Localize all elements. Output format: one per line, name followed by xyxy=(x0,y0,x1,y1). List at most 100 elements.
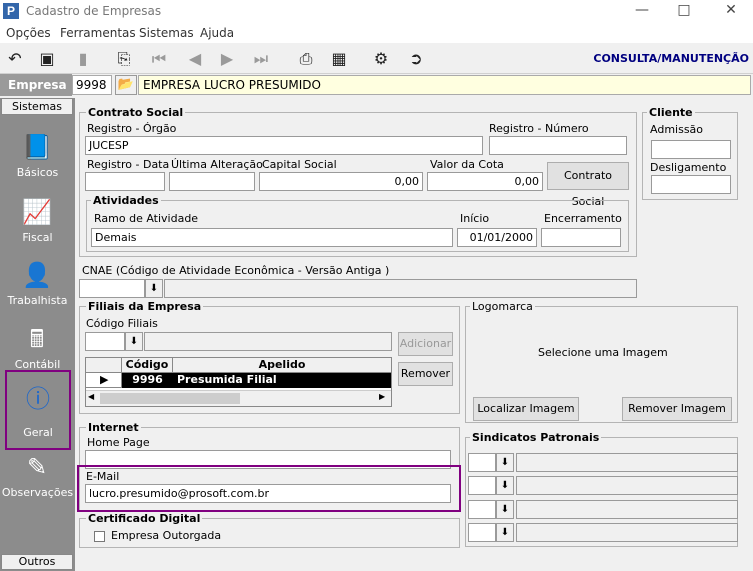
sidebar-header[interactable]: Sistemas xyxy=(1,98,73,115)
inicio-field[interactable]: 01/01/2000 xyxy=(457,228,537,247)
delete-icon[interactable]: ▮ xyxy=(72,48,94,70)
sindicato-1-description xyxy=(516,453,738,472)
folder-icon[interactable]: 📂 xyxy=(115,75,137,95)
admissao-field[interactable] xyxy=(651,140,731,159)
registro-data-label: Registro - Data xyxy=(87,158,170,171)
ramo-atividade-label: Ramo de Atividade xyxy=(94,212,199,225)
sidebar-footer[interactable]: Outros xyxy=(1,554,73,570)
adicionar-button[interactable]: Adicionar xyxy=(398,332,453,356)
save-icon[interactable]: ▣ xyxy=(36,48,58,70)
atividades-group: Atividades Ramo de Atividade Demais Iníc… xyxy=(86,194,629,252)
sidebar-item-label: Geral xyxy=(23,426,53,439)
scroll-left-icon[interactable]: ◀ xyxy=(88,392,94,401)
menu-ajuda[interactable]: Ajuda xyxy=(200,26,234,40)
atividades-title: Atividades xyxy=(91,194,161,207)
book-icon: 📘 xyxy=(22,133,52,161)
menu-sistemas[interactable]: Sistemas xyxy=(139,26,194,40)
maximize-button[interactable]: □ xyxy=(670,2,698,20)
sindicato-2-code[interactable] xyxy=(468,476,496,495)
desligamento-field[interactable] xyxy=(651,175,731,194)
empresa-code-field[interactable]: 9998 xyxy=(72,75,112,95)
menu-bar: Opções Ferramentas Sistemas Ajuda xyxy=(0,23,753,43)
cliente-title: Cliente xyxy=(647,106,695,119)
remover-filial-button[interactable]: Remover xyxy=(398,362,453,386)
sindicato-1-dropdown-icon[interactable]: ⬇ xyxy=(496,453,514,472)
contrato-social-button[interactable]: Contrato Social xyxy=(547,162,629,208)
logomarca-placeholder: Selecione uma Imagem xyxy=(538,346,668,359)
grid-corner xyxy=(86,358,122,373)
table-row-codigo[interactable]: 9996 xyxy=(122,373,173,388)
toolbar: ↶ ▣ ▮ ⎘ ⏮ ◀ ▶ ⏭ ⎙ ▦ ⚙ ➲ CONSULTA/MANUTEN… xyxy=(0,43,753,74)
filiais-grid: Código Apelido ▶ 9996 Presumida Filial ◀… xyxy=(85,357,392,407)
close-button[interactable]: ✕ xyxy=(717,2,745,20)
last-record-icon[interactable]: ⏭ xyxy=(250,48,272,70)
empresa-bar: Empresa 9998 📂 EMPRESA LUCRO PRESUMIDO xyxy=(0,74,753,96)
info-icon: ⓘ xyxy=(26,385,50,413)
undo-icon[interactable]: ↶ xyxy=(4,48,26,70)
empresa-outorgada-checkbox[interactable] xyxy=(94,531,105,542)
sindicatos-group: Sindicatos Patronais ⬇ ⬇ ⬇ ⬇ xyxy=(465,431,738,547)
cnae-label: CNAE (Código de Atividade Econômica - Ve… xyxy=(82,264,390,277)
sindicato-3-code[interactable] xyxy=(468,500,496,519)
codigo-filiais-dropdown-icon[interactable]: ⬇ xyxy=(125,332,143,351)
sindicato-3-dropdown-icon[interactable]: ⬇ xyxy=(496,500,514,519)
sidebar-item-geral[interactable]: ⓘ Geral xyxy=(5,370,71,450)
remover-imagem-button[interactable]: Remover Imagem xyxy=(622,397,732,421)
cnae-dropdown-icon[interactable]: ⬇ xyxy=(145,279,163,298)
sidebar-item-observacoes[interactable]: ✎ Observações xyxy=(0,448,75,512)
sidebar-item-label: Observações xyxy=(1,486,74,499)
contrato-social-group: Contrato Social Registro - Órgão JUCESP … xyxy=(79,106,637,257)
ultima-alteracao-field[interactable] xyxy=(169,172,255,191)
registro-data-field[interactable] xyxy=(85,172,165,191)
sidebar-item-basicos[interactable]: 📘 Básicos xyxy=(0,128,75,192)
first-record-icon[interactable]: ⏮ xyxy=(148,48,170,70)
horizontal-scrollbar[interactable]: ◀ ▶ xyxy=(86,390,391,406)
exit-icon[interactable]: ➲ xyxy=(405,48,427,70)
cnae-code-field[interactable] xyxy=(79,279,145,298)
sindicato-2-dropdown-icon[interactable]: ⬇ xyxy=(496,476,514,495)
next-record-icon[interactable]: ▶ xyxy=(216,48,238,70)
localizar-imagem-button[interactable]: Localizar Imagem xyxy=(473,397,579,421)
valor-cota-field[interactable]: 0,00 xyxy=(427,172,543,191)
column-header-codigo[interactable]: Código xyxy=(122,358,173,373)
email-field[interactable]: lucro.presumido@prosoft.com.br xyxy=(85,484,451,503)
scroll-right-icon[interactable]: ▶ xyxy=(379,392,385,401)
sindicato-4-dropdown-icon[interactable]: ⬇ xyxy=(496,523,514,542)
menu-opcoes[interactable]: Opções xyxy=(6,26,51,40)
sidebar-item-label: Básicos xyxy=(16,166,59,179)
menu-ferramentas[interactable]: Ferramentas xyxy=(60,26,136,40)
codigo-filiais-field[interactable] xyxy=(85,332,125,351)
column-header-apelido[interactable]: Apelido xyxy=(173,358,391,373)
registro-numero-field[interactable] xyxy=(489,136,627,155)
sindicato-1-code[interactable] xyxy=(468,453,496,472)
worker-icon: 👤 xyxy=(22,261,52,289)
minimize-button[interactable]: — xyxy=(628,2,656,20)
sindicatos-title: Sindicatos Patronais xyxy=(470,431,602,444)
empresa-name-field[interactable]: EMPRESA LUCRO PRESUMIDO xyxy=(138,75,751,95)
capital-social-field[interactable]: 0,00 xyxy=(259,172,423,191)
fiscal-icon: 📈 xyxy=(22,198,52,226)
capital-social-label: Capital Social xyxy=(262,158,337,171)
empresa-outorgada-label: Empresa Outorgada xyxy=(111,529,222,542)
cnae-description-field xyxy=(164,279,637,298)
title-bar: P Cadastro de Empresas — □ ✕ xyxy=(0,0,753,23)
report-icon[interactable]: ▦ xyxy=(328,48,350,70)
contrato-title: Contrato Social xyxy=(86,106,186,119)
sidebar-item-label: Trabalhista xyxy=(7,294,68,307)
print-icon[interactable]: ⎙ xyxy=(295,48,317,70)
sidebar-item-trabalhista[interactable]: 👤 Trabalhista xyxy=(0,256,75,320)
scrollbar-thumb[interactable] xyxy=(100,393,240,404)
encerramento-field[interactable] xyxy=(541,228,621,247)
tools-icon[interactable]: ⚙ xyxy=(370,48,392,70)
home-page-label: Home Page xyxy=(87,436,150,449)
previous-record-icon[interactable]: ◀ xyxy=(184,48,206,70)
sindicato-4-code[interactable] xyxy=(468,523,496,542)
window-title: Cadastro de Empresas xyxy=(26,4,162,18)
ramo-atividade-field[interactable]: Demais xyxy=(91,228,453,247)
email-label: E-Mail xyxy=(86,470,120,483)
table-row-apelido[interactable]: Presumida Filial xyxy=(173,373,391,388)
sidebar-item-fiscal[interactable]: 📈 Fiscal xyxy=(0,193,75,257)
preview-icon[interactable]: ⎘ xyxy=(113,48,135,70)
registro-orgao-field[interactable]: JUCESP xyxy=(85,136,483,155)
sidebar: Sistemas 📘 Básicos 📈 Fiscal 👤 Trabalhist… xyxy=(0,98,75,571)
